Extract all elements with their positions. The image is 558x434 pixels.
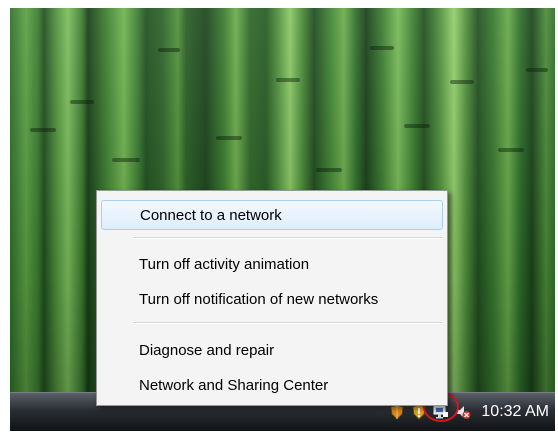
menu-item-turn-off-notification[interactable]: Turn off notification of new networks (101, 284, 443, 314)
menu-separator (133, 322, 443, 324)
menu-item-diagnose-and-repair[interactable]: Diagnose and repair (101, 335, 443, 365)
menu-item-label: Turn off notification of new networks (139, 290, 379, 308)
network-context-menu: Connect to a network Turn off activity a… (96, 190, 448, 406)
menu-item-label: Connect to a network (140, 206, 282, 224)
menu-item-label: Diagnose and repair (139, 341, 275, 359)
menu-item-connect-to-network[interactable]: Connect to a network (101, 200, 443, 230)
menu-item-turn-off-activity-animation[interactable]: Turn off activity animation (101, 249, 443, 279)
taskbar-clock[interactable]: 10:32 AM (481, 403, 551, 421)
menu-item-label: Network and Sharing Center (139, 376, 329, 394)
menu-separator (133, 237, 443, 239)
menu-item-network-sharing-center[interactable]: Network and Sharing Center (101, 370, 443, 400)
menu-item-label: Turn off activity animation (139, 255, 310, 273)
security-shield-icon[interactable] (389, 404, 405, 420)
